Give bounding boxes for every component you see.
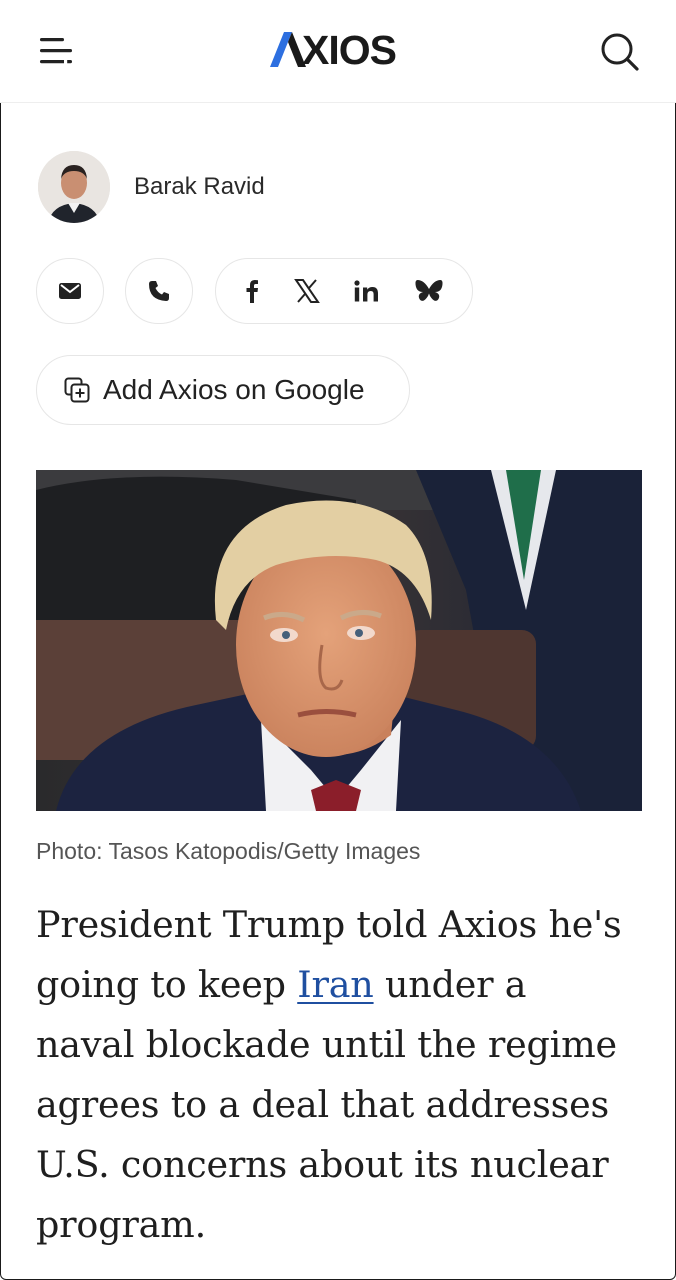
add-axios-on-google-button[interactable]: Add Axios on Google <box>36 355 410 425</box>
axios-logo[interactable]: XIOS <box>270 26 397 73</box>
author-byline[interactable]: Barak Ravid <box>38 150 265 224</box>
x-icon[interactable] <box>293 279 320 303</box>
add-source-icon <box>64 377 90 403</box>
photo-credit: Photo: Tasos Katopodis/Getty Images <box>36 838 421 864</box>
site-header: XIOS <box>0 0 676 103</box>
phone-button[interactable] <box>125 258 193 324</box>
email-button[interactable] <box>36 258 104 324</box>
logo-a-mark <box>270 32 306 67</box>
share-bar <box>215 258 473 324</box>
article-photo <box>36 470 642 811</box>
logo-text: XIOS <box>302 26 397 73</box>
hamburger-menu-icon[interactable] <box>38 36 74 66</box>
author-avatar[interactable] <box>38 151 110 223</box>
add-axios-on-google-label: Add Axios on Google <box>103 374 365 405</box>
bluesky-icon[interactable] <box>415 279 443 303</box>
linkedin-icon[interactable] <box>354 280 380 302</box>
article-lede: President Trump told Axios he's going to… <box>36 895 636 1255</box>
phone-icon <box>148 280 170 302</box>
search-icon[interactable] <box>598 30 642 74</box>
envelope-icon <box>59 283 81 299</box>
facebook-icon[interactable] <box>245 279 259 303</box>
iran-link[interactable]: Iran <box>297 963 374 1006</box>
author-name[interactable]: Barak Ravid <box>134 173 265 201</box>
